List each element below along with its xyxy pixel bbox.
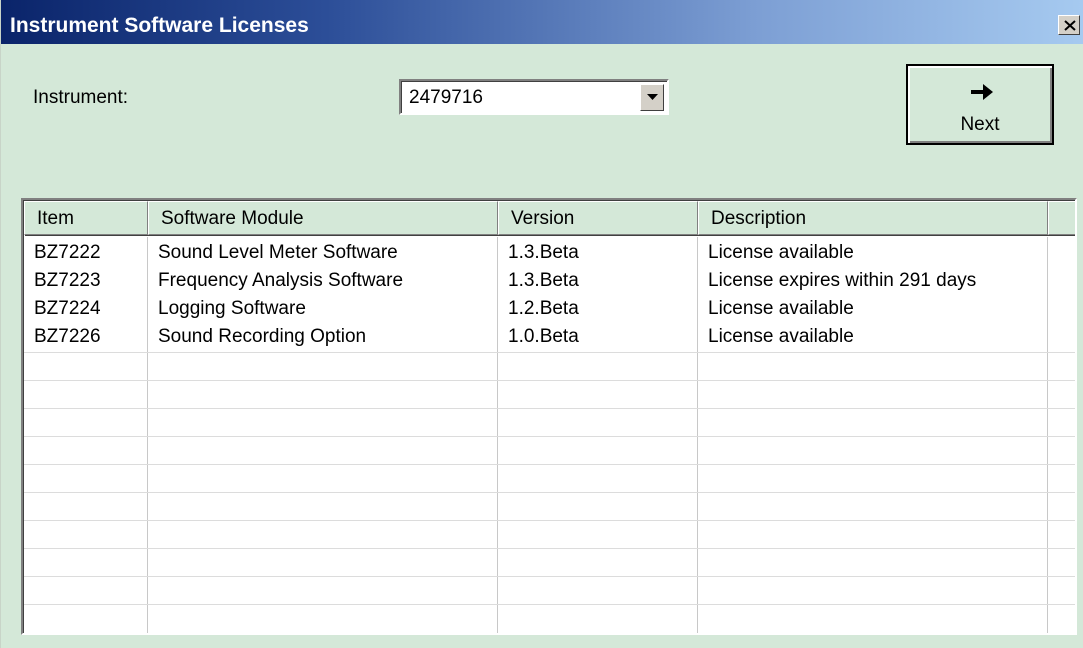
- arrow-right-icon: [971, 84, 993, 100]
- cell-description: License available: [708, 242, 854, 263]
- grid-row-divider: [24, 576, 1075, 577]
- cell-software-module: Logging Software: [158, 298, 306, 319]
- grid-row-divider: [24, 604, 1075, 605]
- cell-item: BZ7222: [34, 242, 101, 263]
- grid-row-divider: [24, 492, 1075, 493]
- cell-version: 1.2.Beta: [508, 298, 579, 319]
- table-row[interactable]: BZ7222 Sound Level Meter Software 1.3.Be…: [24, 239, 1075, 267]
- close-icon: [1064, 20, 1076, 31]
- cell-description: License available: [708, 326, 854, 347]
- column-header-filler: [1048, 201, 1075, 235]
- table-row[interactable]: BZ7224 Logging Software 1.2.Beta License…: [24, 295, 1075, 323]
- grid-row-divider: [24, 520, 1075, 521]
- grid-row-divider: [24, 436, 1075, 437]
- title-bar: Instrument Software Licenses: [1, 0, 1083, 44]
- grid-row-divider: [24, 548, 1075, 549]
- instrument-dropdown-button[interactable]: [640, 84, 664, 111]
- cell-version: 1.3.Beta: [508, 270, 579, 291]
- grid-row-divider: [24, 380, 1075, 381]
- column-header-item[interactable]: Item: [24, 201, 148, 235]
- table-row[interactable]: BZ7223 Frequency Analysis Software 1.3.B…: [24, 267, 1075, 295]
- instrument-select[interactable]: 2479716: [399, 79, 669, 115]
- window-title: Instrument Software Licenses: [10, 14, 309, 37]
- cell-software-module: Sound Recording Option: [158, 326, 367, 347]
- cell-version: 1.0.Beta: [508, 326, 579, 347]
- license-dialog: Instrument Software Licenses Instrument:…: [0, 0, 1083, 648]
- grid-row-divider: [24, 464, 1075, 465]
- table-row[interactable]: BZ7226 Sound Recording Option 1.0.Beta L…: [24, 323, 1075, 351]
- instrument-select-value: 2479716: [409, 87, 483, 108]
- cell-item: BZ7224: [34, 298, 101, 319]
- close-button[interactable]: [1058, 15, 1080, 35]
- column-header-description[interactable]: Description: [698, 201, 1048, 235]
- next-button[interactable]: Next: [906, 64, 1054, 145]
- cell-version: 1.3.Beta: [508, 242, 579, 263]
- chevron-down-icon: [647, 94, 658, 100]
- cell-item: BZ7226: [34, 326, 101, 347]
- grid-row-divider: [24, 352, 1075, 353]
- cell-description: License expires within 291 days: [708, 270, 977, 291]
- table-header: Item Software Module Version Description: [24, 201, 1075, 235]
- column-header-software-module[interactable]: Software Module: [148, 201, 498, 235]
- grid-row-divider: [24, 408, 1075, 409]
- cell-software-module: Sound Level Meter Software: [158, 242, 398, 263]
- cell-software-module: Frequency Analysis Software: [158, 270, 404, 291]
- license-table[interactable]: Item Software Module Version Description: [21, 198, 1077, 635]
- column-header-version[interactable]: Version: [498, 201, 698, 235]
- instrument-label: Instrument:: [33, 87, 129, 108]
- cell-item: BZ7223: [34, 270, 101, 291]
- cell-description: License available: [708, 298, 854, 319]
- next-button-label: Next: [960, 114, 1000, 135]
